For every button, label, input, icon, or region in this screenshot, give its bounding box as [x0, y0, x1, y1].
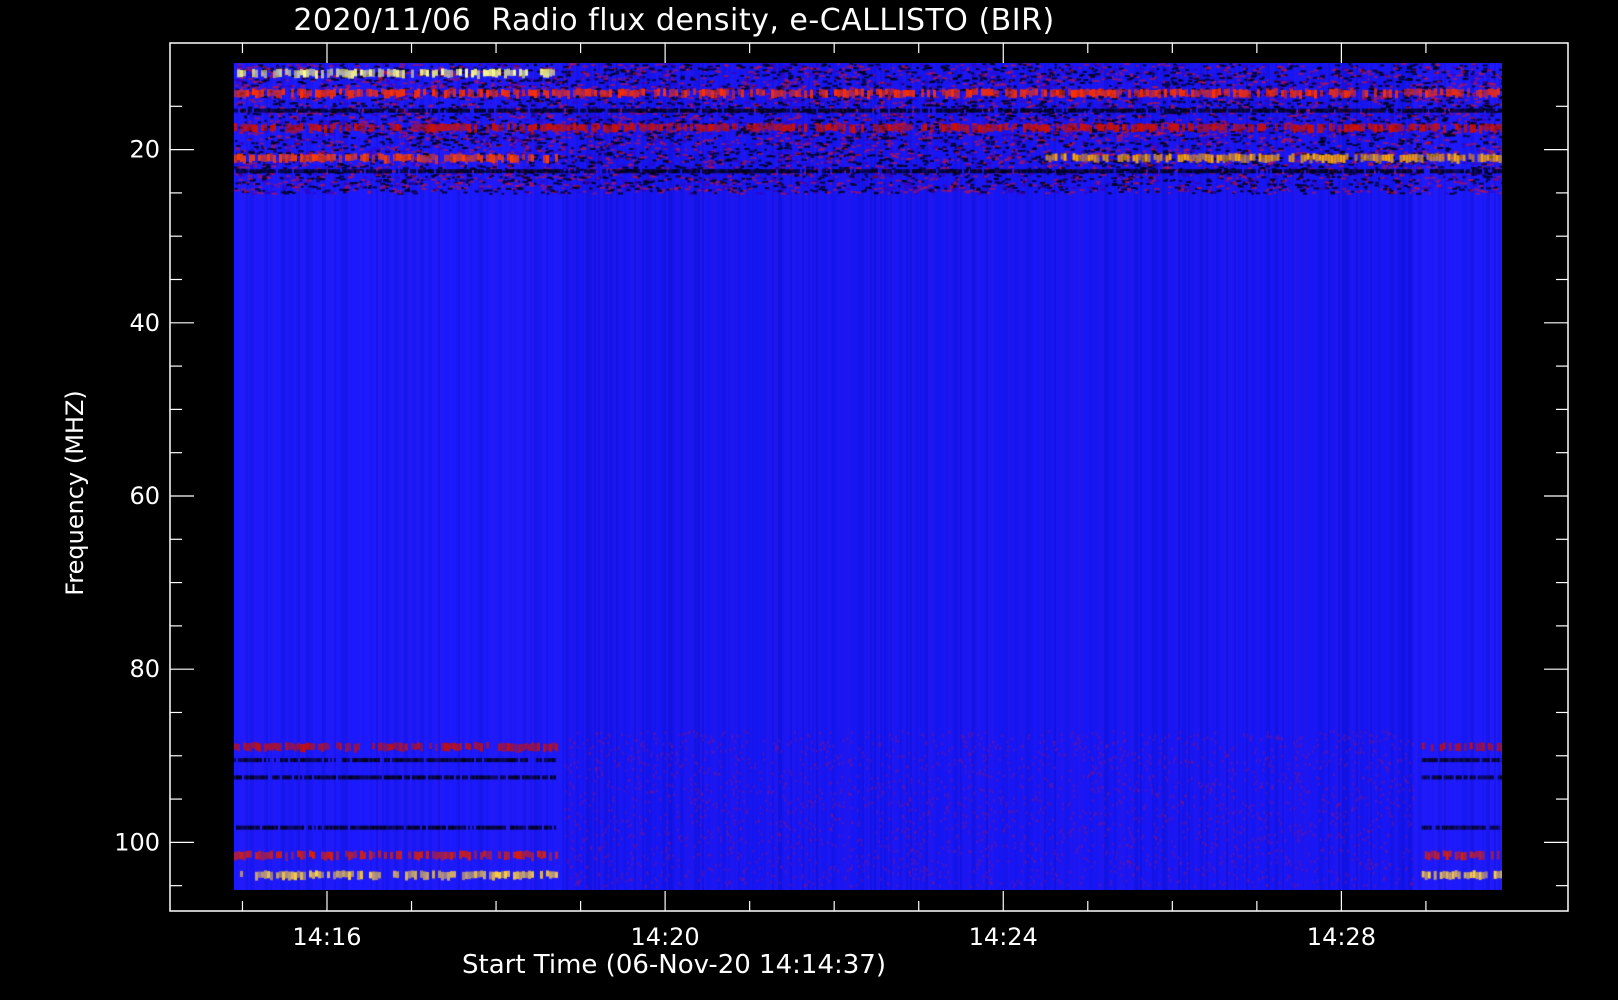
y-axis-label: Frequency (MHZ) — [61, 390, 89, 596]
x-tick-label: 14:28 — [1307, 923, 1376, 951]
y-tick-label: 60 — [129, 482, 160, 510]
x-tick-label: 14:24 — [969, 923, 1038, 951]
x-ticks: 14:16 14:20 14:24 14:28 — [241, 43, 1427, 951]
chart-figure: 2020/11/06 Radio flux density, e-CALLIST… — [0, 0, 1618, 1000]
plot-frame — [169, 42, 1569, 912]
x-tick-label: 14:16 — [292, 923, 361, 951]
y-tick-label: 100 — [114, 828, 160, 856]
plot-frame-rect — [169, 42, 1569, 912]
y-tick-label: 20 — [129, 136, 160, 164]
y-tick-label: 40 — [129, 309, 160, 337]
y-tick-label: 80 — [129, 655, 160, 683]
x-axis-label: Start Time (06-Nov-20 14:14:37) — [462, 950, 886, 980]
x-tick-label: 14:20 — [631, 923, 700, 951]
chart-axes: 14:16 14:20 14:24 14:28 20 40 60 80 100 — [114, 42, 1569, 951]
y-ticks: 20 40 60 80 100 — [114, 105, 1568, 887]
